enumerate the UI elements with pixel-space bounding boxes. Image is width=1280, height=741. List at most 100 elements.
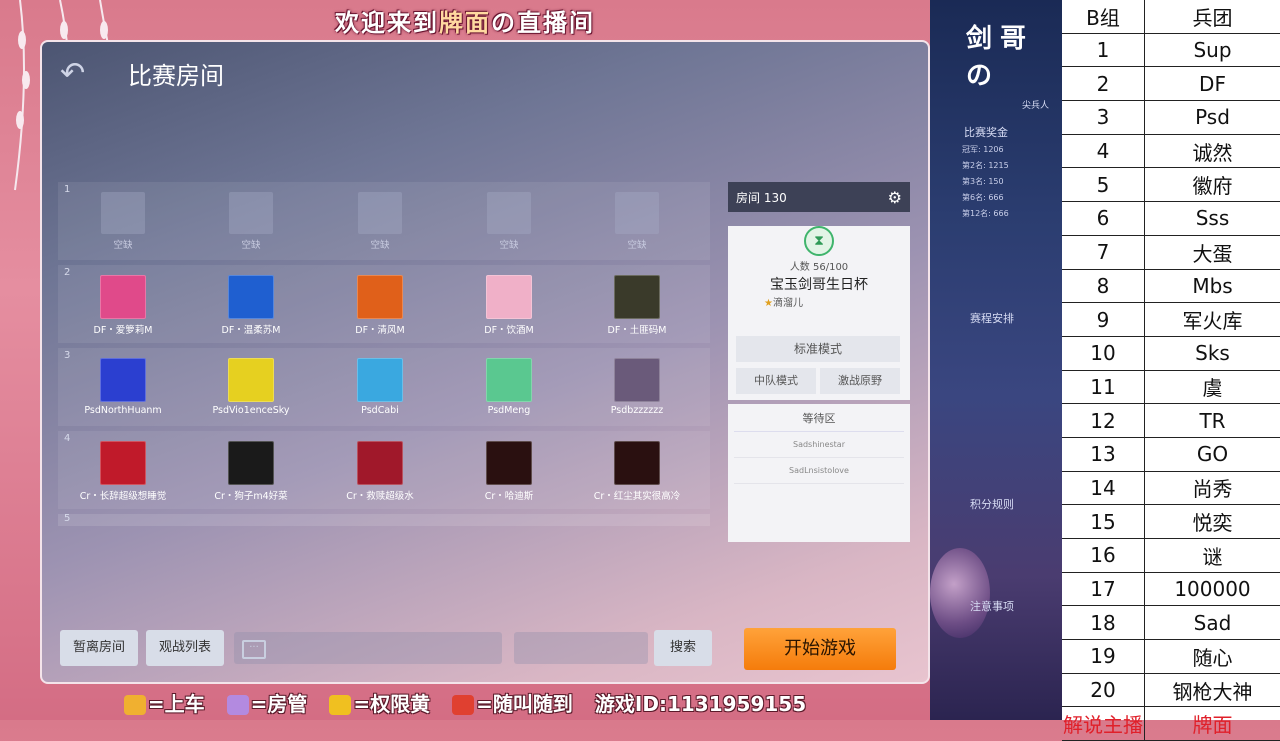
group-number: 16 — [1062, 539, 1145, 572]
player-avatar — [614, 358, 660, 402]
team-name: 随心 — [1192, 645, 1233, 670]
team-row: 3 PsdNorthHuanm PsdVio1enceSky PsdCabi PsdM… — [58, 348, 710, 426]
player-name: Cr・救赎超级水 — [346, 491, 414, 502]
waiting-player[interactable]: SadLnsistolove — [734, 458, 904, 484]
standard-mode-button[interactable]: 标准模式 — [736, 336, 900, 362]
player-name: Cr・哈迪斯 — [484, 491, 534, 502]
room-info: ⧗ 人数 56/100 宝玉剑哥生日杯 ★滴溜儿 标准模式 中队模式 激战原野 — [728, 226, 910, 400]
player-avatar — [228, 275, 274, 319]
group-number: 14 — [1062, 471, 1145, 505]
table-row: 13 GO — [1062, 437, 1280, 472]
player-name: 空缺 — [113, 240, 133, 251]
player-slot[interactable]: Cr・狗子m4好菜 — [196, 441, 306, 502]
table-row: 17 100000 — [1062, 572, 1280, 607]
team-name: Sks — [1195, 341, 1230, 366]
player-slot[interactable]: 空缺 — [582, 192, 692, 251]
player-name: PsdCabi — [361, 405, 399, 416]
tournament-poster: 剑哥の 尖兵人 比赛奖金 冠军: 1206 第2名: 1215 第3名: 150… — [930, 0, 1064, 720]
player-name: PsdMeng — [487, 405, 531, 416]
points-heading: 积分规则 — [970, 498, 1014, 511]
wing-gold-icon — [329, 695, 352, 715]
group-number: 12 — [1062, 404, 1145, 437]
table-row: 20 钢枪大神 — [1062, 673, 1280, 708]
group-number: 9 — [1062, 303, 1145, 336]
group-number: 19 — [1062, 640, 1145, 673]
player-slot[interactable]: Cr・红尘其实很高冷 — [582, 441, 692, 502]
player-name: 空缺 — [627, 240, 647, 251]
waiting-title: 等待区 — [734, 404, 904, 432]
leave-room-button[interactable]: 暂离房间 — [60, 630, 138, 666]
team-name: 军火库 — [1182, 309, 1243, 334]
header-group: B组 — [1062, 0, 1145, 33]
player-avatar — [486, 441, 532, 485]
wing-icon — [226, 695, 249, 715]
player-slot[interactable]: 空缺 — [196, 192, 306, 251]
room-label: 房间 130 — [736, 190, 787, 205]
prize-line: 第6名: 666 — [962, 193, 1004, 202]
player-count: 人数 56/100 — [789, 262, 849, 273]
player-slot[interactable]: 空缺 — [325, 192, 435, 251]
team-name: GO — [1196, 442, 1229, 467]
waiting-player[interactable]: Sadshinestar — [734, 432, 904, 458]
table-header-row: B组 兵团 — [1062, 0, 1280, 34]
gear-icon[interactable]: ⚙ — [888, 188, 902, 207]
prize-line: 第2名: 1215 — [962, 161, 1009, 170]
chat-input[interactable]: ··· — [234, 632, 502, 664]
player-name: Psdbzzzzzz — [610, 405, 664, 416]
player-slot[interactable]: PsdNorthHuanm — [68, 358, 178, 416]
back-arrow-icon[interactable]: ↶ — [60, 56, 96, 92]
player-slot[interactable]: Psdbzzzzzz — [582, 358, 692, 416]
player-slot[interactable]: DF・土匪码M — [582, 275, 692, 336]
table-footer-row: 解说主播 牌面 — [1062, 707, 1280, 741]
player-name: DF・土匪码M — [607, 325, 667, 336]
team-row: 1 空缺 空缺 空缺 空缺 空缺 — [58, 182, 710, 260]
table-row: 6 Sss — [1062, 202, 1280, 236]
start-game-button[interactable]: 开始游戏 — [744, 628, 896, 670]
player-avatar — [486, 275, 532, 319]
table-row: 18 Sad — [1062, 606, 1280, 641]
player-avatar — [357, 275, 403, 319]
player-avatar — [228, 441, 274, 485]
player-name: 空缺 — [241, 240, 261, 251]
table-row: 9 军火库 — [1062, 303, 1280, 337]
table-row: 4 诚然 — [1062, 134, 1280, 169]
search-button[interactable]: 搜索 — [654, 630, 712, 666]
team-name: TR — [1199, 408, 1226, 433]
table-row: 11 虞 — [1062, 370, 1280, 405]
player-slot[interactable]: DF・爱箩莉M — [68, 275, 178, 336]
empty-avatar — [487, 192, 531, 234]
player-slot[interactable]: Cr・哈迪斯 — [454, 441, 564, 502]
team-row: 2 DF・爱箩莉M DF・温柔苏M DF・清风M DF・饮酒M DF・土匪码M — [58, 265, 710, 343]
player-slot[interactable]: Cr・救赎超级水 — [325, 441, 435, 502]
team-mode-button[interactable]: 中队模式 — [736, 368, 816, 394]
player-slot[interactable]: PsdCabi — [325, 358, 435, 416]
group-number: 11 — [1062, 370, 1145, 404]
player-slot[interactable]: PsdVio1enceSky — [196, 358, 306, 416]
player-slot[interactable]: 空缺 — [454, 192, 564, 251]
player-slot[interactable]: PsdMeng — [454, 358, 564, 416]
team-name: 徽府 — [1192, 174, 1233, 199]
player-slot[interactable]: DF・饮酒M — [454, 275, 564, 336]
group-number: 1 — [1062, 33, 1145, 67]
table-row: 14 尚秀 — [1062, 471, 1280, 506]
team-name: Sss — [1195, 206, 1230, 231]
group-number: 2 — [1062, 67, 1145, 101]
player-name: PsdNorthHuanm — [84, 405, 162, 416]
player-slot[interactable]: 空缺 — [68, 192, 178, 251]
table-row: 15 悦奕 — [1062, 505, 1280, 539]
yellow-legend: =权限黄 — [329, 688, 430, 717]
room-panel: 房间 130 ⚙ ⧗ 人数 56/100 宝玉剑哥生日杯 ★滴溜儿 标准模式 中… — [728, 182, 910, 542]
wild-mode-button[interactable]: 激战原野 — [820, 368, 900, 394]
player-slot[interactable]: Cr・长辞超级想睡觉 — [68, 441, 178, 502]
schedule-heading: 赛程安排 — [970, 312, 1014, 325]
player-slot[interactable]: DF・温柔苏M — [196, 275, 306, 336]
search-input[interactable] — [514, 632, 648, 664]
admin-text: =房管 — [250, 691, 308, 716]
table-row: 7 大蛋 — [1062, 235, 1280, 270]
watch-list-button[interactable]: 观战列表 — [146, 630, 224, 666]
hourglass-icon: ⧗ — [804, 226, 834, 256]
welcome-post: の直播间 — [491, 8, 595, 37]
call-legend: =随叫随到 — [452, 688, 573, 717]
player-slot[interactable]: DF・清风M — [325, 275, 435, 336]
car-text: =上车 — [147, 691, 205, 716]
